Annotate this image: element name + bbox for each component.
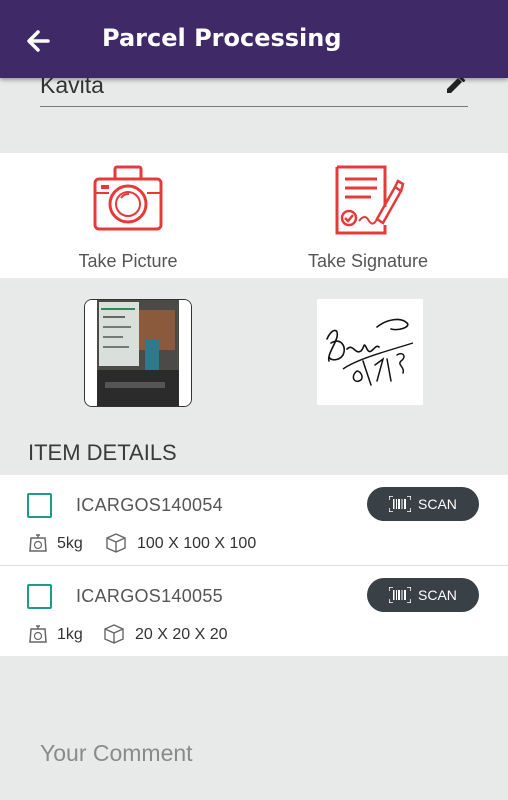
captured-media: [0, 278, 508, 428]
item-dimensions: 20 X 20 X 20: [135, 626, 228, 643]
camera-icon: [93, 165, 163, 231]
item-details-heading: ITEM DETAILS: [28, 440, 177, 465]
app-bar: Parcel Processing: [0, 0, 508, 78]
capture-actions: Take Picture Take Signature: [0, 153, 508, 278]
back-arrow-icon[interactable]: [22, 24, 56, 58]
weight-scale-icon: [29, 625, 47, 643]
item-dimensions: 100 X 100 X 100: [137, 535, 257, 552]
item-row: ICARGOS140054 SCAN 5kg 100 X 100 X 100: [0, 475, 508, 565]
item-weight: 5kg: [57, 535, 83, 552]
item-weight: 1kg: [57, 626, 83, 643]
take-signature-label: Take Signature: [307, 251, 429, 271]
item-code: ICARGOS140055: [76, 586, 223, 606]
item-checkbox[interactable]: [27, 493, 52, 518]
take-signature-button[interactable]: Take Signature: [268, 163, 468, 273]
photo-thumbnail[interactable]: [84, 299, 192, 407]
item-code: ICARGOS140054: [76, 495, 223, 515]
item-checkbox[interactable]: [27, 584, 52, 609]
scan-label: SCAN: [418, 587, 457, 603]
page-title: Parcel Processing: [102, 24, 342, 52]
take-picture-label: Take Picture: [78, 251, 178, 271]
scan-button[interactable]: SCAN: [367, 487, 479, 521]
box-dimensions-icon: [106, 533, 126, 553]
scan-label: SCAN: [418, 496, 457, 512]
scan-button[interactable]: SCAN: [367, 578, 479, 612]
take-picture-button[interactable]: Take Picture: [28, 163, 228, 273]
signature-document-icon: [335, 165, 405, 235]
barcode-icon: [389, 496, 411, 512]
item-row: ICARGOS140055 SCAN 1kg 20 X 20 X 20: [0, 566, 508, 656]
signature-image: [326, 318, 414, 386]
barcode-icon: [389, 587, 411, 603]
comment-input[interactable]: Your Comment: [40, 740, 193, 767]
box-dimensions-icon: [104, 624, 124, 644]
signature-thumbnail[interactable]: [317, 299, 423, 405]
weight-scale-icon: [29, 534, 47, 552]
